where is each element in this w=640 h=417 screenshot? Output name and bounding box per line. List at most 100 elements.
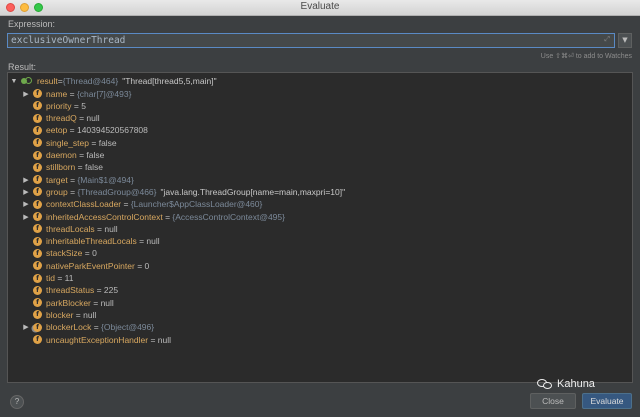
tree-field-row[interactable]: ▶fnativeParkEventPointer = 0 xyxy=(22,260,149,272)
evaluate-button[interactable]: Evaluate xyxy=(582,393,632,409)
field-value: false xyxy=(98,137,117,148)
collapse-arrow-icon[interactable]: ▼ xyxy=(10,78,18,85)
tree-field-row[interactable]: ▶ f name = {char[7]@493} xyxy=(22,88,131,100)
field-icon: f xyxy=(33,261,42,271)
field-value: "java.lang.ThreadGroup[name=main,maxpri=… xyxy=(160,186,346,197)
watermark: Kahuna xyxy=(537,378,595,390)
field-ref: {Launcher$AppClassLoader@460} xyxy=(130,199,263,210)
tree-field-row[interactable]: ▶fstillborn = false xyxy=(22,161,103,173)
root-value: "Thread[thread5,5,main]" xyxy=(122,76,217,86)
tree-field-row[interactable]: ▶fthreadQ = null xyxy=(22,112,100,124)
field-equals: = xyxy=(134,260,145,271)
field-icon: f xyxy=(33,335,42,344)
add-to-watches-hint: Use ⇧⌘⏎ to add to Watches xyxy=(540,53,632,60)
tree-field-row[interactable]: ▶fsingle_step = false xyxy=(22,137,117,149)
field-icon: f xyxy=(33,212,42,221)
expression-field-group: exclusiveOwnerThread ⤢ ▼ xyxy=(7,33,632,48)
field-name: group xyxy=(46,186,68,197)
tree-field-row[interactable]: ▶fstackSize = 0 xyxy=(22,247,97,259)
expression-input[interactable]: exclusiveOwnerThread xyxy=(7,33,615,48)
field-name: tid xyxy=(46,273,55,283)
tree-field-row[interactable]: ▶ f contextClassLoader = {Launcher$AppClas… xyxy=(22,198,262,210)
tree-field-row[interactable]: ▶feetop = 140394520567808 xyxy=(22,124,148,136)
result-label: Result: xyxy=(8,62,37,72)
field-icon: f xyxy=(33,138,42,148)
tree-field-row[interactable]: ▶ f target = {Main$1@494} xyxy=(22,174,134,186)
field-equals: = xyxy=(73,309,84,320)
field-icon: f xyxy=(33,285,42,295)
tree-field-row[interactable]: ▶ftid = 11 xyxy=(22,272,74,284)
field-name: uncaughtExceptionHandler xyxy=(46,334,149,345)
expand-arrow-icon[interactable]: ▶ xyxy=(22,90,30,98)
field-ref: {ThreadGroup@466} xyxy=(77,186,157,197)
expand-arrow-icon[interactable]: ▶ xyxy=(22,188,30,196)
tree-field-row[interactable]: ▶funcaughtExceptionHandler = null xyxy=(22,334,171,346)
field-icon: f xyxy=(33,113,42,123)
field-equals: = xyxy=(71,100,82,111)
field-name: threadStatus xyxy=(46,285,95,296)
tree-field-row[interactable]: ▶fblocker = null xyxy=(22,309,96,321)
field-equals: = xyxy=(162,211,173,222)
field-name: blocker xyxy=(46,309,74,320)
tree-field-row[interactable]: ▶ f blockerLock = {Object@496} xyxy=(22,321,154,333)
expand-editor-icon[interactable]: ⤢ xyxy=(604,35,610,44)
field-icon: f xyxy=(33,125,42,135)
field-value: null xyxy=(100,297,114,308)
field-equals: = xyxy=(82,248,93,259)
field-name: parkBlocker xyxy=(46,297,91,308)
field-icon: f xyxy=(33,224,42,234)
field-ref: {Object@496} xyxy=(101,322,155,333)
watch-result-icon xyxy=(21,76,33,86)
field-icon: f xyxy=(33,273,42,283)
field-equals: = xyxy=(67,88,77,99)
help-button[interactable]: ? xyxy=(10,395,24,409)
title-bar: Evaluate xyxy=(0,0,640,16)
tree-field-row[interactable]: ▶fpriority = 5 xyxy=(22,100,86,112)
tree-field-row[interactable]: ▶fparkBlocker = null xyxy=(22,297,114,309)
field-equals: = xyxy=(94,223,105,234)
field-icon: f xyxy=(33,236,42,246)
field-icon: f xyxy=(33,310,42,320)
field-equals: = xyxy=(148,334,158,345)
field-equals: = xyxy=(75,162,85,173)
tree-field-row[interactable]: ▶fthreadStatus = 225 xyxy=(22,284,118,296)
field-name: threadQ xyxy=(46,113,77,124)
field-value: null xyxy=(157,334,171,345)
expression-label: Expression: xyxy=(8,19,56,29)
field-value: 225 xyxy=(103,285,119,296)
field-icon: f xyxy=(33,89,42,98)
field-value: 11 xyxy=(64,273,74,283)
root-ref: {Thread@464} xyxy=(62,76,119,86)
tree-field-row[interactable]: ▶finheritableThreadLocals = null xyxy=(22,235,160,247)
field-value: null xyxy=(104,223,118,234)
expand-arrow-icon[interactable]: ▶ xyxy=(22,200,30,208)
field-equals: = xyxy=(67,174,78,185)
field-equals: = xyxy=(94,285,104,296)
history-dropdown-button[interactable]: ▼ xyxy=(618,33,632,48)
chat-bubbles-icon xyxy=(537,378,553,390)
field-icon: f xyxy=(33,101,42,111)
field-value: false xyxy=(84,162,103,173)
tree-field-row[interactable]: ▶ f inheritedAccessControlContext = {Acces… xyxy=(22,211,285,223)
field-icon: f xyxy=(33,248,42,258)
tree-field-row[interactable]: ▶fthreadLocals = null xyxy=(22,223,118,235)
expand-arrow-icon[interactable]: ▶ xyxy=(22,176,30,184)
field-name: blockerLock xyxy=(46,322,92,333)
field-value: 0 xyxy=(92,248,97,259)
field-name: contextClassLoader xyxy=(46,199,122,210)
field-equals: = xyxy=(89,137,99,148)
expand-arrow-icon[interactable]: ▶ xyxy=(22,213,30,221)
field-equals: = xyxy=(136,236,147,247)
field-name: daemon xyxy=(46,150,77,160)
close-button[interactable]: Close xyxy=(530,393,576,409)
field-name: threadLocals xyxy=(46,223,95,234)
tree-field-row[interactable]: ▶ f group = {ThreadGroup@466} "java.lang.Th… xyxy=(22,186,345,198)
expand-arrow-icon[interactable]: ▶ xyxy=(22,323,30,331)
window-title: Evaluate xyxy=(300,1,340,12)
field-value: null xyxy=(86,113,100,124)
tree-field-row[interactable]: ▶fdaemon = false xyxy=(22,149,104,161)
field-name: single_step xyxy=(46,137,90,148)
tree-root-row[interactable]: ▼ result = {Thread@464} "Thread[thread5,… xyxy=(10,75,217,87)
result-tree: ▼ result = {Thread@464} "Thread[thread5,… xyxy=(7,72,633,383)
field-value: 140394520567808 xyxy=(76,125,148,136)
